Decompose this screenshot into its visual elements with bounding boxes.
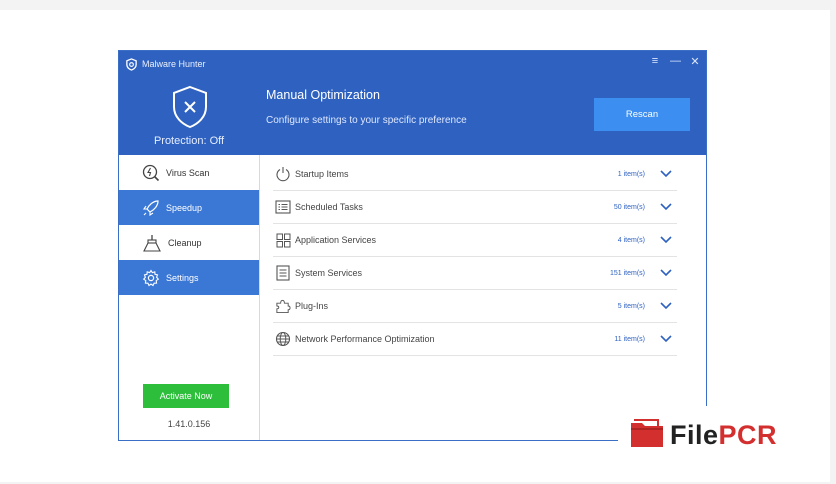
sidebar-item-virus-scan[interactable]: Virus Scan <box>119 155 259 190</box>
sidebar-item-label: Cleanup <box>168 237 202 248</box>
app-title: Malware Hunter <box>142 59 206 69</box>
item-label: Startup Items <box>295 169 349 179</box>
sidebar-item-label: Virus Scan <box>166 167 210 178</box>
item-label: System Services <box>295 268 363 278</box>
activate-now-button[interactable]: Activate Now <box>143 384 229 408</box>
item-count: 5 item(s) <box>617 302 645 310</box>
item-count: 4 item(s) <box>617 236 645 244</box>
sidebar: Virus Scan Speedup Cleanup Settings Acti… <box>119 155 260 440</box>
power-icon <box>275 166 291 182</box>
protection-status: Protection: Off <box>153 135 225 147</box>
window-controls: ≡ — ✕ <box>650 55 700 68</box>
sidebar-item-speedup[interactable]: Speedup <box>119 190 259 225</box>
chevron-down-icon[interactable] <box>659 233 673 247</box>
watermark-text-suffix: PCR <box>718 419 778 450</box>
item-label: Scheduled Tasks <box>295 202 363 212</box>
list-item-startup-items[interactable]: Startup Items 1 item(s) <box>273 158 677 191</box>
list-item-application-services[interactable]: Application Services 4 item(s) <box>273 224 677 257</box>
sidebar-item-cleanup[interactable]: Cleanup <box>119 225 259 260</box>
task-list-icon <box>275 199 291 215</box>
list-item-network-performance[interactable]: Network Performance Optimization 11 item… <box>273 323 677 356</box>
close-icon[interactable]: ✕ <box>690 55 700 68</box>
list-item-plug-ins[interactable]: Plug-Ins 5 item(s) <box>273 290 677 323</box>
list-item-scheduled-tasks[interactable]: Scheduled Tasks 50 item(s) <box>273 191 677 224</box>
app-window: Malware Hunter ≡ — ✕ Protection: Off Man… <box>118 50 707 441</box>
virus-scan-icon <box>142 164 160 182</box>
item-count: 11 item(s) <box>614 335 645 343</box>
chevron-down-icon[interactable] <box>659 266 673 280</box>
gear-icon <box>142 268 160 287</box>
broom-icon <box>142 234 162 252</box>
rescan-button[interactable]: Rescan <box>594 98 690 131</box>
page-subtitle: Configure settings to your specific pref… <box>266 115 467 126</box>
document-icon <box>275 265 291 281</box>
header-bar: Malware Hunter ≡ — ✕ Protection: Off Man… <box>119 51 706 155</box>
item-label: Plug-Ins <box>295 301 329 311</box>
item-label: Network Performance Optimization <box>295 334 435 344</box>
watermark-text-prefix: File <box>670 419 719 450</box>
list-item-system-services[interactable]: System Services 151 item(s) <box>273 257 677 290</box>
item-count: 1 item(s) <box>617 170 645 178</box>
item-count: 151 item(s) <box>609 269 645 277</box>
page-title: Manual Optimization <box>266 88 380 102</box>
optimization-list: Startup Items 1 item(s) Scheduled Tasks … <box>260 155 706 440</box>
app-logo-icon <box>125 57 138 71</box>
sidebar-item-label: Settings <box>166 272 199 283</box>
chevron-down-icon[interactable] <box>659 200 673 214</box>
chevron-down-icon[interactable] <box>659 167 673 181</box>
rocket-icon <box>142 199 160 217</box>
shield-icon <box>171 85 209 134</box>
grid-icon <box>275 232 291 248</box>
minimize-icon[interactable]: — <box>670 55 681 68</box>
puzzle-icon <box>275 298 291 314</box>
menu-icon[interactable]: ≡ <box>650 55 660 68</box>
sidebar-item-label: Speedup <box>166 202 203 213</box>
chevron-down-icon[interactable] <box>659 332 673 346</box>
version-label: 1.41.0.156 <box>167 419 211 429</box>
item-count: 50 item(s) <box>613 203 645 211</box>
app-title-area: Malware Hunter <box>125 56 206 72</box>
chevron-down-icon[interactable] <box>659 299 673 313</box>
folder-logo-icon <box>630 418 664 453</box>
sidebar-item-settings[interactable]: Settings <box>119 260 259 295</box>
globe-icon <box>275 331 291 347</box>
item-label: Application Services <box>295 235 377 245</box>
watermark-text: FilePCR <box>670 420 777 451</box>
filepcr-watermark: FilePCR <box>618 406 812 464</box>
